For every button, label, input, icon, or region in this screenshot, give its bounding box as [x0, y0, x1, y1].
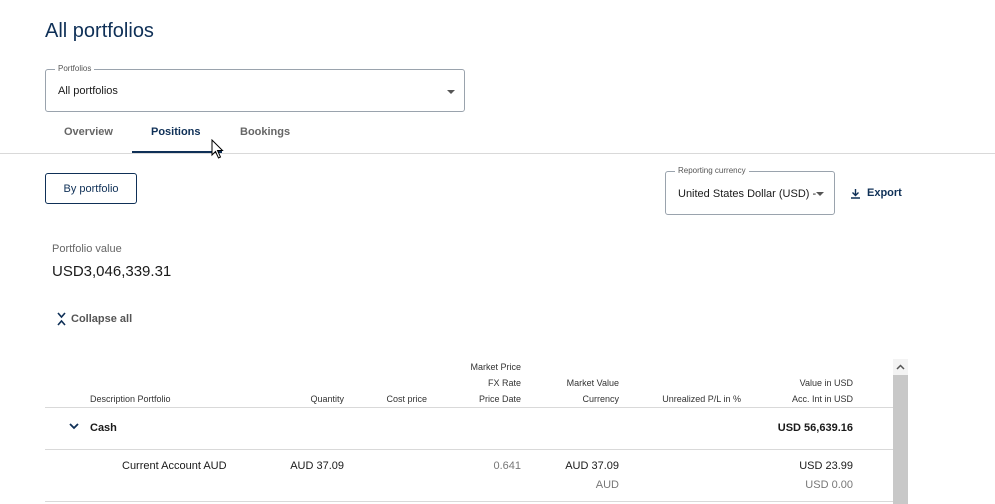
row-quantity: AUD 37.09	[290, 460, 344, 472]
tab-positions[interactable]: Positions	[151, 126, 201, 138]
tab-overview[interactable]: Overview	[64, 126, 113, 138]
header-quantity[interactable]: Quantity	[310, 394, 344, 404]
chevron-up-icon	[896, 364, 905, 370]
collapse-icon	[57, 312, 66, 326]
header-value-usd[interactable]: Value in USD	[800, 378, 853, 388]
portfolio-value-label: Portfolio value	[52, 243, 122, 255]
header-cost-price[interactable]: Cost price	[386, 394, 427, 404]
portfolio-select-label: Portfolios	[55, 64, 95, 73]
chevron-down-icon	[447, 90, 455, 94]
table-scrollbar-thumb[interactable]	[893, 375, 908, 504]
by-portfolio-button[interactable]: By portfolio	[45, 173, 137, 204]
header-fx-rate[interactable]: FX Rate	[488, 378, 521, 388]
export-button[interactable]: Export	[850, 187, 902, 199]
portfolio-value-amount: USD3,046,339.31	[52, 263, 172, 280]
reporting-currency-select[interactable]: Reporting currency United States Dollar …	[665, 166, 835, 215]
row-market-value: AUD 37.09	[565, 460, 619, 472]
portfolio-select-value: All portfolios	[58, 85, 118, 97]
header-price-date[interactable]: Price Date	[479, 394, 521, 404]
export-label: Export	[867, 187, 902, 199]
header-market-price[interactable]: Market Price	[470, 362, 521, 372]
row-value-usd: USD 23.99	[799, 460, 853, 472]
tab-bar: Overview Positions Bookings	[45, 118, 345, 154]
mouse-cursor-icon	[211, 139, 224, 159]
header-currency[interactable]: Currency	[582, 394, 619, 404]
reporting-currency-value: United States Dollar (USD) -	[678, 188, 817, 200]
scroll-up-button[interactable]	[893, 359, 908, 375]
header-market-value[interactable]: Market Value	[567, 378, 619, 388]
header-description[interactable]: Description Portfolio	[90, 394, 171, 404]
header-unrealized[interactable]: Unrealized P/L in %	[662, 394, 741, 404]
row-acc-int: USD 0.00	[805, 479, 853, 491]
group-name: Cash	[90, 422, 117, 434]
header-acc-int[interactable]: Acc. Int in USD	[792, 394, 853, 404]
tab-divider	[0, 153, 995, 154]
collapse-all-label: Collapse all	[71, 313, 133, 325]
reporting-currency-label: Reporting currency	[675, 166, 749, 175]
page-title: All portfolios	[45, 20, 154, 42]
header-divider	[45, 407, 893, 408]
row-currency: AUD	[595, 479, 619, 491]
download-icon	[851, 188, 860, 199]
tab-bookings[interactable]: Bookings	[240, 126, 290, 138]
row-fx-rate: 0.641	[493, 460, 521, 472]
row-description: Current Account AUD	[122, 460, 227, 472]
positions-table: Description Portfolio Quantity Cost pric…	[45, 355, 893, 504]
collapse-all-button[interactable]: Collapse all	[57, 312, 132, 326]
row-divider	[45, 501, 893, 502]
chevron-down-icon	[69, 423, 79, 430]
chevron-down-icon	[816, 192, 824, 196]
portfolio-select[interactable]: Portfolios All portfolios	[45, 64, 465, 112]
group-total: USD 56,639.16	[777, 422, 853, 434]
group-divider	[45, 449, 893, 450]
